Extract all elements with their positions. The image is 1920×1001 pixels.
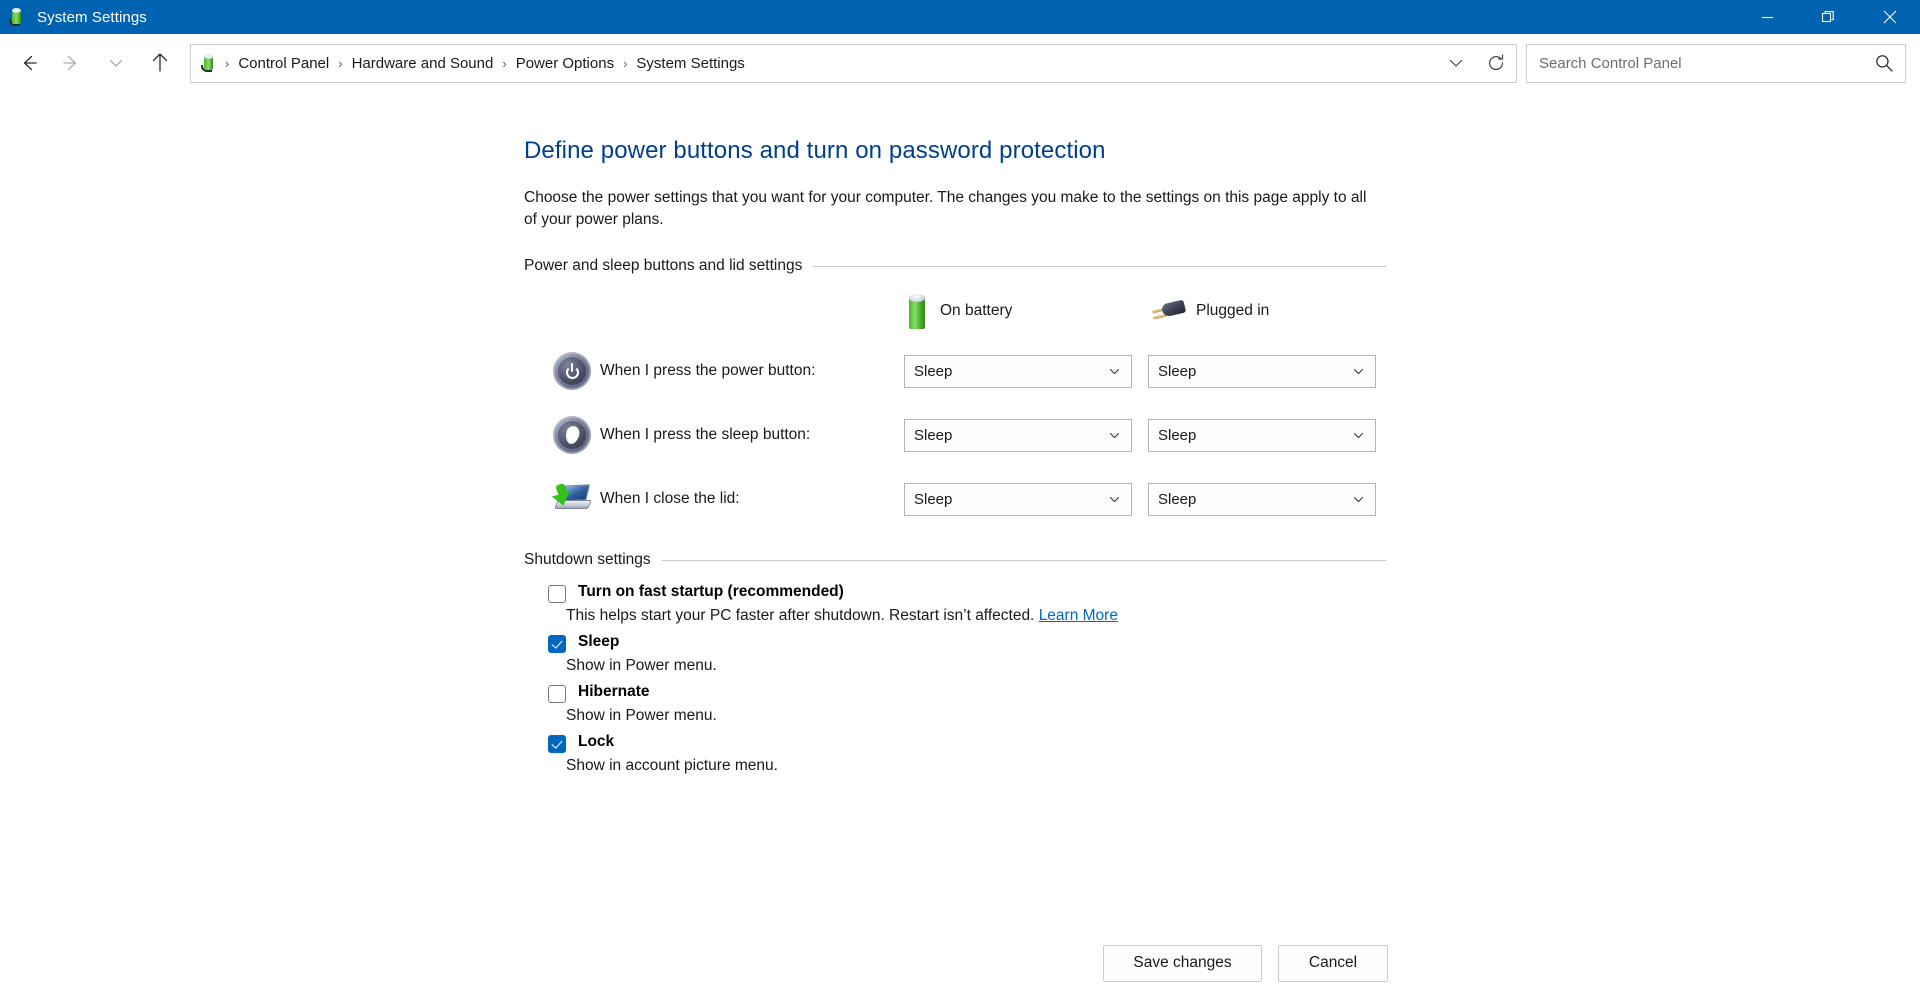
fast-startup-label: Turn on fast startup (recommended) <box>578 583 844 600</box>
shutdown-group-heading-label: Shutdown settings <box>524 551 651 568</box>
search-icon[interactable] <box>1863 45 1905 82</box>
hibernate-checkbox[interactable] <box>548 685 566 703</box>
cancel-button[interactable]: Cancel <box>1278 944 1388 982</box>
breadcrumb-item-control-panel[interactable]: Control Panel <box>232 52 335 75</box>
chevron-down-icon <box>1352 356 1365 387</box>
power-button-plugged-in-select[interactable]: Sleep <box>1148 354 1376 388</box>
navigation-toolbar: › Control Panel › Hardware and Sound › P… <box>0 34 1920 93</box>
breadcrumb-item-hardware-and-sound[interactable]: Hardware and Sound <box>346 52 500 75</box>
sleep-button-plugged-in-select[interactable]: Sleep <box>1148 418 1376 452</box>
hibernate-label: Hibernate <box>578 683 650 700</box>
window-title: System Settings <box>37 8 147 26</box>
shutdown-settings-list: Turn on fast startup (recommended) This … <box>548 583 1920 775</box>
column-header-on-battery: On battery <box>904 291 1152 331</box>
breadcrumb-item-power-options[interactable]: Power Options <box>510 52 620 75</box>
fast-startup-description-text: This helps start your PC faster after sh… <box>566 607 1035 624</box>
power-button-icon <box>544 352 600 390</box>
recent-locations-chevron-down-icon[interactable] <box>94 43 138 83</box>
hibernate-description: Show in Power menu. <box>566 707 717 724</box>
shutdown-group-heading: Shutdown settings <box>524 551 1386 569</box>
close-lid-plugged-in-value: Sleep <box>1158 490 1197 508</box>
window-controls <box>1737 0 1920 34</box>
breadcrumb-separator: › <box>225 55 230 71</box>
close-lid-on-battery-value: Sleep <box>914 490 953 508</box>
close-lid-on-battery-select[interactable]: Sleep <box>904 482 1132 516</box>
column-headers: On battery Plugged in <box>524 283 1920 339</box>
row-label-close-lid: When I close the lid: <box>600 490 740 507</box>
column-header-on-battery-label: On battery <box>940 302 1013 319</box>
sleep-description: Show in Power menu. <box>566 657 717 674</box>
minimize-button[interactable] <box>1737 0 1798 34</box>
breadcrumb-item-system-settings[interactable]: System Settings <box>630 52 750 75</box>
breadcrumb-separator: › <box>623 55 628 71</box>
breadcrumb-separator: › <box>502 55 507 71</box>
list-item[interactable]: Turn on fast startup (recommended) <box>548 583 1920 603</box>
maximize-restore-button[interactable] <box>1798 0 1859 34</box>
power-settings-grid: On battery Plugged in When I press the p… <box>524 283 1920 531</box>
address-bar[interactable]: › Control Panel › Hardware and Sound › P… <box>190 43 1517 83</box>
address-dropdown-chevron-down-icon[interactable] <box>1436 45 1476 82</box>
table-row: When I press the power button: Sleep Sle… <box>524 339 1920 403</box>
power-button-plugged-in-value: Sleep <box>1158 362 1197 380</box>
page-title: Define power buttons and turn on passwor… <box>524 137 1106 164</box>
group-divider <box>813 265 1386 267</box>
sleep-button-on-battery-value: Sleep <box>914 426 953 444</box>
fast-startup-checkbox[interactable] <box>548 585 566 603</box>
row-label-sleep-button: When I press the sleep button: <box>600 426 811 443</box>
table-row: When I close the lid: Sleep Sleep <box>524 467 1920 531</box>
save-changes-button[interactable]: Save changes <box>1103 944 1262 982</box>
lock-label: Lock <box>578 733 615 750</box>
chevron-down-icon <box>1108 356 1121 387</box>
sleep-label: Sleep <box>578 633 620 650</box>
title-bar: System Settings <box>0 0 1920 34</box>
column-header-plugged-in-label: Plugged in <box>1196 302 1270 319</box>
power-plug-icon <box>1151 298 1187 324</box>
breadcrumb[interactable]: › Control Panel › Hardware and Sound › P… <box>191 45 1436 82</box>
content-area: Define power buttons and turn on passwor… <box>0 93 1920 1001</box>
sleep-checkbox[interactable] <box>548 635 566 653</box>
power-battery-icon <box>8 7 28 27</box>
list-item[interactable]: Sleep <box>548 633 1920 653</box>
footer-actions: Save changes Cancel <box>0 925 1920 1001</box>
search-box[interactable] <box>1526 43 1906 83</box>
back-arrow-icon[interactable] <box>6 43 50 83</box>
up-arrow-icon[interactable] <box>138 43 182 83</box>
row-label-power-button: When I press the power button: <box>600 362 816 379</box>
page-description: Choose the power settings that you want … <box>524 189 1367 228</box>
chevron-down-icon <box>1352 420 1365 451</box>
list-item[interactable]: Lock <box>548 733 1920 753</box>
power-button-on-battery-value: Sleep <box>914 362 953 380</box>
search-input[interactable] <box>1527 54 1863 72</box>
close-button[interactable] <box>1859 0 1920 34</box>
column-header-plugged-in: Plugged in <box>1151 298 1400 324</box>
sleep-button-plugged-in-value: Sleep <box>1158 426 1197 444</box>
sleep-button-on-battery-select[interactable]: Sleep <box>904 418 1132 452</box>
chevron-down-icon <box>1108 484 1121 515</box>
forward-arrow-icon[interactable] <box>50 43 94 83</box>
chevron-down-icon <box>1108 420 1121 451</box>
battery-icon <box>904 291 930 331</box>
breadcrumb-separator: › <box>338 55 343 71</box>
lock-description: Show in account picture menu. <box>566 757 778 774</box>
group-divider <box>661 559 1386 561</box>
close-lid-plugged-in-select[interactable]: Sleep <box>1148 482 1376 516</box>
sleep-button-icon <box>544 416 600 454</box>
list-item[interactable]: Hibernate <box>548 683 1920 703</box>
chevron-down-icon <box>1352 484 1365 515</box>
laptop-lid-icon <box>544 482 600 515</box>
power-group-heading: Power and sleep buttons and lid settings <box>524 257 1386 275</box>
breadcrumb-power-battery-icon <box>200 53 220 73</box>
lock-checkbox[interactable] <box>548 735 566 753</box>
table-row: When I press the sleep button: Sleep Sle… <box>524 403 1920 467</box>
refresh-icon[interactable] <box>1476 45 1516 82</box>
fast-startup-description: This helps start your PC faster after sh… <box>566 607 1920 625</box>
power-group-heading-label: Power and sleep buttons and lid settings <box>524 257 803 274</box>
learn-more-link[interactable]: Learn More <box>1039 607 1118 624</box>
power-button-on-battery-select[interactable]: Sleep <box>904 354 1132 388</box>
